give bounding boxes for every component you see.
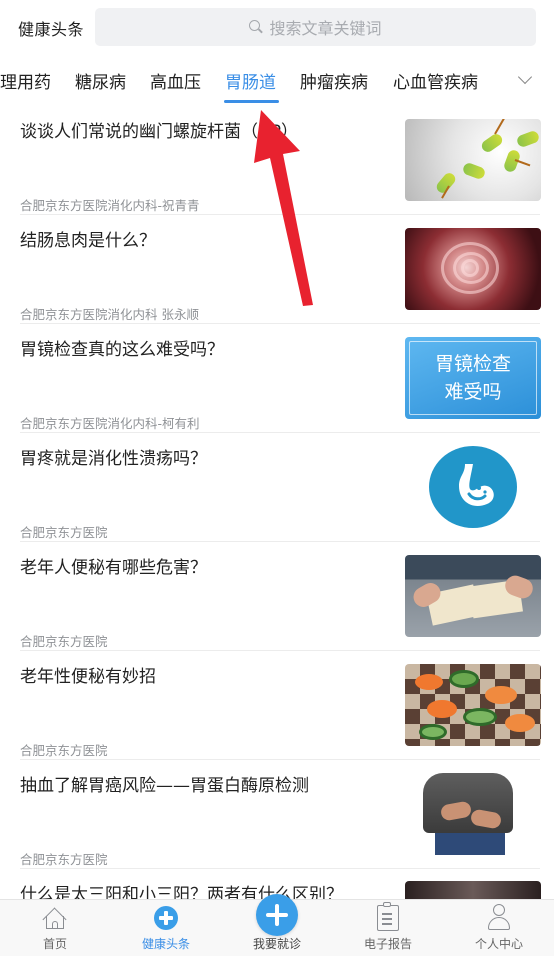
tab-hypertension[interactable]: 高血压 xyxy=(150,68,201,93)
divider xyxy=(20,323,540,324)
divider xyxy=(20,432,540,433)
nav-label: 健康头条 xyxy=(141,937,190,951)
user-icon xyxy=(488,904,510,930)
article-thumbnail-gastroscopy: 胃镜检查 难受吗 xyxy=(405,337,541,419)
article-item[interactable]: 谈谈人们常说的幽门螺旋杆菌（HP） 合肥京东方医院消化内科-祝青青 xyxy=(0,118,554,227)
nav-health-news[interactable]: 健康头条 xyxy=(111,900,221,956)
top-header: 健康头条 搜索文章关键词 xyxy=(0,0,554,54)
search-icon xyxy=(249,20,263,34)
divider xyxy=(20,650,540,651)
nav-e-report[interactable]: 电子报告 xyxy=(333,900,443,956)
tab-cardiovascular[interactable]: 心血管疾病 xyxy=(393,68,478,93)
divider xyxy=(20,759,540,760)
nav-home[interactable]: 首页 xyxy=(0,900,110,956)
article-thumbnail xyxy=(405,881,541,899)
article-thumbnail-book xyxy=(405,555,541,637)
article-thumbnail-bacteria xyxy=(405,119,541,201)
tab-gastrointestinal[interactable]: 胃肠道 xyxy=(225,68,276,93)
article-title: 老年性便秘有妙招 xyxy=(20,667,156,687)
tab-diabetes[interactable]: 糖尿病 xyxy=(75,68,126,93)
tab-tumor[interactable]: 肿瘤疾病 xyxy=(300,68,368,93)
category-tabs: 理用药 糖尿病 高血压 胃肠道 肿瘤疾病 心血管疾病 xyxy=(0,58,554,102)
article-item[interactable]: 老年人便秘有哪些危害？ 合肥京东方医院 xyxy=(0,554,554,663)
article-source: 合肥京东方医院 xyxy=(20,852,108,867)
home-icon xyxy=(42,905,67,932)
stomach-icon xyxy=(429,446,517,528)
nav-label: 个人中心 xyxy=(474,937,523,951)
nav-label: 首页 xyxy=(42,937,67,951)
active-tab-indicator xyxy=(224,100,279,103)
nav-label: 我要就诊 xyxy=(252,937,301,951)
tab-medication[interactable]: 理用药 xyxy=(0,68,51,93)
page-title: 健康头条 xyxy=(18,20,85,39)
chevron-down-icon[interactable] xyxy=(516,70,536,90)
article-item[interactable]: 胃镜检查真的这么难受吗？ 合肥京东方医院消化内科-柯有利 胃镜检查 难受吗 xyxy=(0,336,554,445)
article-item[interactable]: 老年性便秘有妙招 合肥京东方医院 xyxy=(0,663,554,772)
article-title: 老年人便秘有哪些危害？ xyxy=(20,558,207,578)
article-thumbnail-vegetables xyxy=(405,664,541,746)
article-title: 结肠息肉是什么？ xyxy=(20,231,156,251)
bottom-navigation: 首页 健康头条 我要就诊 电子报告 个人中心 xyxy=(0,894,554,956)
nav-label: 电子报告 xyxy=(363,937,412,951)
article-title: 谈谈人们常说的幽门螺旋杆菌（HP） xyxy=(20,122,299,142)
article-item[interactable]: 胃疼就是消化性溃疡吗？ 合肥京东方医院 xyxy=(0,445,554,554)
article-thumbnail-colon xyxy=(405,228,541,310)
nav-personal-center[interactable]: 个人中心 xyxy=(444,900,554,956)
divider xyxy=(20,214,540,215)
search-placeholder: 搜索文章关键词 xyxy=(269,19,382,38)
article-title: 胃镜检查真的这么难受吗？ xyxy=(20,340,224,360)
article-source: 合肥京东方医院消化内科 张永顺 xyxy=(20,307,199,322)
article-thumbnail-stomach xyxy=(405,446,541,528)
health-plus-icon xyxy=(154,906,178,930)
article-source: 合肥京东方医院 xyxy=(20,525,108,540)
nav-book-visit[interactable]: 我要就诊 xyxy=(222,894,332,956)
search-input[interactable]: 搜索文章关键词 xyxy=(95,8,536,46)
article-thumbnail-stomachache xyxy=(405,773,541,855)
divider xyxy=(20,868,540,869)
article-title: 什么是太三阳和小三阳？两者有什么区别？ xyxy=(20,885,343,899)
article-item[interactable]: 抽血了解胃癌风险——胃蛋白酶原检测 合肥京东方医院 xyxy=(0,772,554,881)
article-source: 合肥京东方医院消化内科-柯有利 xyxy=(20,416,200,431)
article-source: 合肥京东方医院 xyxy=(20,743,108,758)
article-source: 合肥京东方医院 xyxy=(20,634,108,649)
divider xyxy=(20,541,540,542)
article-item[interactable]: 结肠息肉是什么？ 合肥京东方医院消化内科 张永顺 xyxy=(0,227,554,336)
add-visit-icon xyxy=(256,894,298,936)
article-source: 合肥京东方医院消化内科-祝青青 xyxy=(20,198,200,213)
article-title: 抽血了解胃癌风险——胃蛋白酶原检测 xyxy=(20,776,309,796)
clipboard-icon xyxy=(377,902,399,931)
article-title: 胃疼就是消化性溃疡吗？ xyxy=(20,449,207,469)
